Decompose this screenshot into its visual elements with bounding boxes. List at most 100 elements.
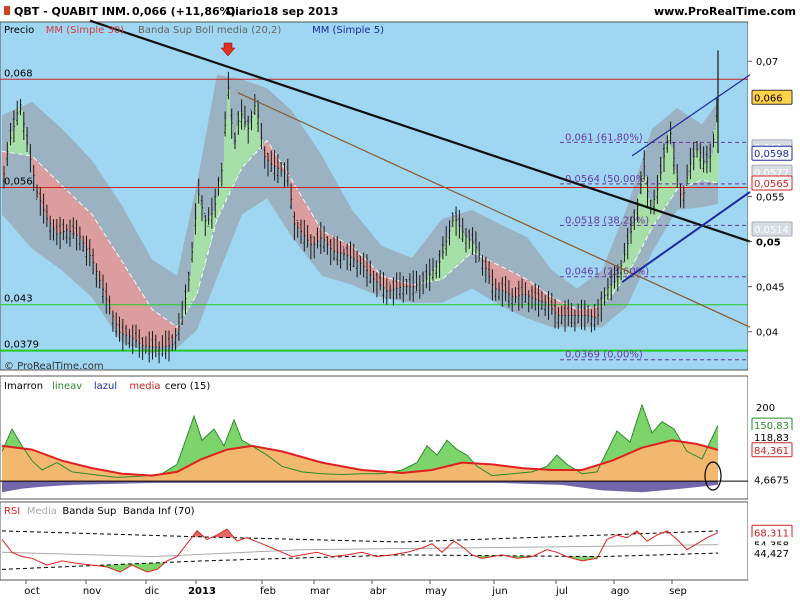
rsi-overbought-fill (224, 530, 226, 537)
x-tick-10: ago (611, 586, 630, 597)
price-legend-3: MM (Simple 5) (312, 25, 384, 36)
volume-green-fill (654, 430, 656, 445)
volume-green-fill (216, 434, 218, 453)
bear-fill (107, 240, 110, 305)
volume-green-fill (642, 408, 644, 448)
ticker-icon (4, 6, 10, 15)
x-tick-0: oct (24, 586, 40, 597)
volume-green-fill (464, 454, 466, 463)
rsi-oversold-fill (152, 563, 154, 571)
watermark: © ProRealTime.com (4, 361, 104, 372)
price-legend-0: Precio (4, 25, 34, 36)
bull-fill (443, 247, 446, 277)
volume-green-fill (440, 449, 442, 468)
volume-green-fill (670, 427, 672, 440)
ticker-name: QBT - QUABIT INM. (14, 5, 130, 18)
volume-green-fill (664, 424, 666, 442)
volume-green-fill (640, 408, 642, 448)
volume-green-fill (430, 450, 432, 471)
rsi-oversold-fill (114, 565, 116, 570)
volume-green-fill (610, 443, 612, 461)
right-axis-area (748, 22, 800, 580)
volume-green-fill (716, 428, 718, 450)
level-label-3: 0,0379 (4, 340, 39, 351)
volume-green-fill (208, 434, 210, 456)
rsi-legend-3: Banda Inf (70) (123, 506, 195, 517)
bear-fill (575, 309, 578, 316)
volume-green-fill (234, 422, 236, 448)
price-tag-2: 0,0598 (754, 149, 789, 160)
price-tick-1: 0,055 (756, 192, 785, 203)
x-tick-2: dic (145, 586, 160, 597)
volume-green-fill (188, 431, 190, 466)
site: www.ProRealTime.com (654, 5, 796, 18)
bear-fill (146, 302, 149, 346)
volume-green-fill (628, 441, 630, 453)
volume-green-fill (636, 420, 638, 449)
price-tick-0: 0,07 (756, 57, 778, 68)
volume-green-fill (552, 460, 554, 470)
rsi-legend-1: Media (27, 506, 57, 517)
volume-green-fill (614, 435, 616, 459)
volume-green-fill (412, 465, 414, 472)
volume-green-fill (444, 443, 446, 467)
volume-green-fill (192, 419, 194, 463)
volume-green-fill (560, 459, 562, 470)
bull-fill (665, 145, 668, 206)
volume-green-fill (420, 456, 422, 471)
level-label-2: 0,043 (4, 294, 33, 305)
rsi-legend-0: RSI (4, 506, 20, 517)
rsi-oversold-fill (582, 556, 584, 560)
volume-green-fill (12, 431, 14, 447)
volume-green-fill (184, 442, 186, 468)
volume-legend-3: media (129, 381, 160, 392)
price-tick-2: 0,05 (756, 238, 781, 249)
volume-green-fill (620, 434, 622, 456)
volume-green-fill (204, 438, 206, 458)
volume-green-fill (194, 419, 196, 462)
volume-green-fill (436, 455, 438, 469)
volume-green-fill (214, 431, 216, 454)
volume-green-fill (448, 442, 450, 466)
volume-green-fill (454, 448, 456, 465)
fib-label-0: 0,061 (61,80%) (565, 132, 643, 143)
volume-green-fill (556, 455, 558, 470)
volume-green-fill (612, 439, 614, 460)
x-tick-8: jun (491, 586, 507, 597)
price-tag-4: 0,0565 (754, 179, 789, 190)
volume-green-fill (426, 446, 428, 471)
level-label-0: 0,068 (4, 68, 33, 79)
volume-green-fill (196, 425, 198, 461)
x-tick-4: feb (260, 586, 276, 597)
volume-green-fill (660, 423, 662, 443)
volume-tag-3: 4,6675 (754, 475, 789, 486)
bear-fill (296, 190, 299, 228)
volume-green-fill (446, 440, 448, 466)
bull-fill (20, 111, 23, 155)
volume-tick-0: 200 (756, 403, 775, 414)
volume-legend-0: Imarron (4, 381, 43, 392)
volume-green-fill (206, 436, 208, 457)
volume-green-fill (672, 429, 674, 441)
volume-green-fill (460, 452, 462, 463)
rsi-oversold-fill (154, 563, 156, 570)
bear-fill (47, 172, 50, 221)
volume-legend-1: lineav (52, 381, 82, 392)
volume-green-fill (434, 453, 436, 469)
date: 18 sep 2013 (263, 5, 338, 18)
rsi-oversold-fill (120, 564, 122, 571)
volume-green-fill (456, 450, 458, 464)
bull-fill (197, 194, 200, 288)
volume-green-fill (458, 451, 460, 464)
bull-fill (644, 176, 647, 240)
rsi-legend-2: Banda Sup (62, 506, 116, 517)
volume-green-fill (186, 437, 188, 467)
volume-green-fill (438, 452, 440, 468)
x-tick-1: nov (83, 586, 101, 597)
volume-green-fill (646, 419, 648, 447)
bull-fill (707, 159, 710, 181)
volume-green-fill (662, 422, 664, 442)
volume-green-fill (644, 413, 646, 447)
volume-green-fill (562, 461, 564, 470)
volume-green-fill (638, 414, 640, 449)
